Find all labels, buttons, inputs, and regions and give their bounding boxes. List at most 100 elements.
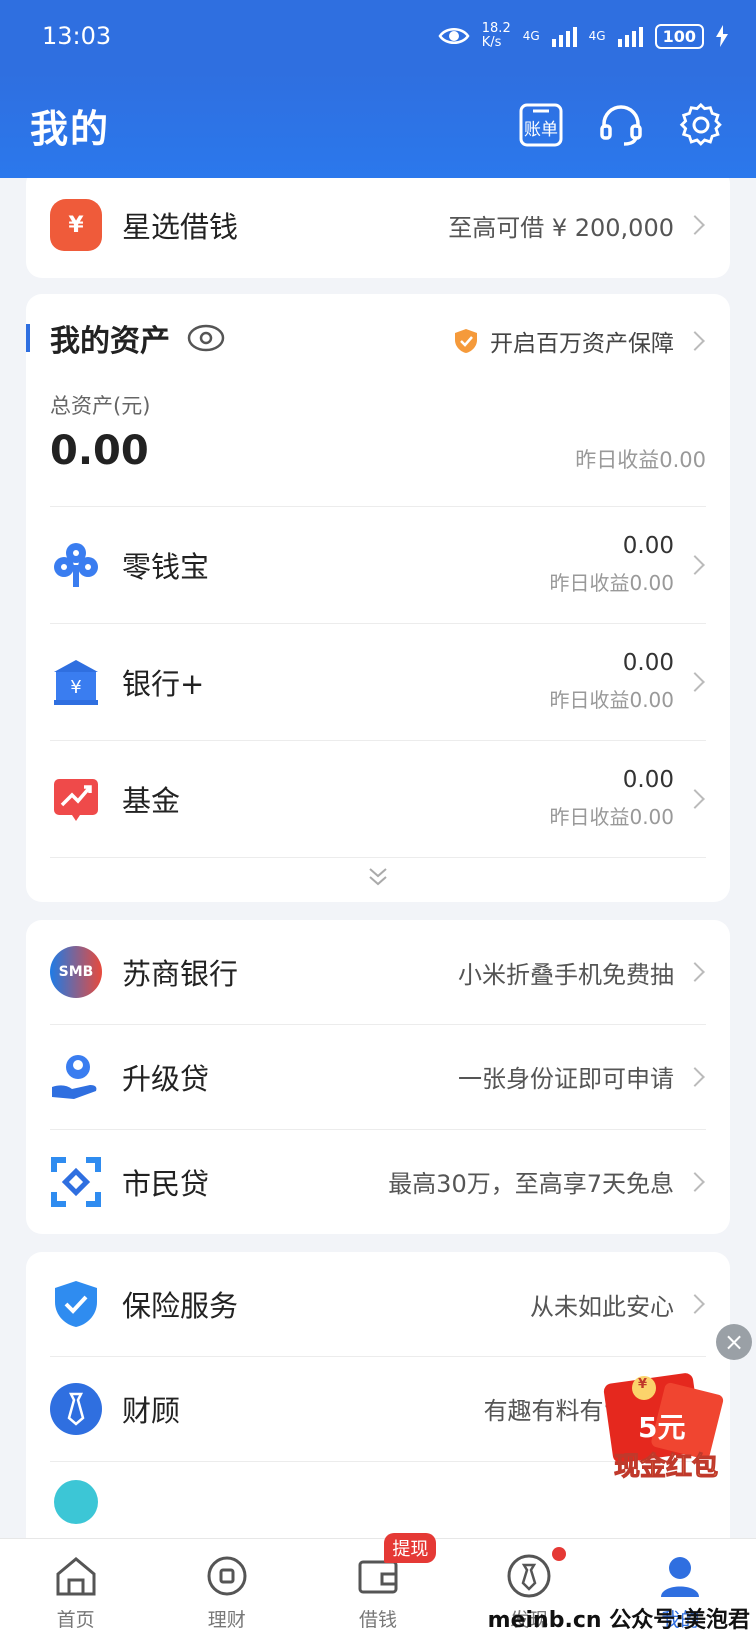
service-row-upgrade-loan[interactable]: 升级贷 一张身份证即可申请 xyxy=(50,1024,706,1129)
bank-icon: ¥ xyxy=(50,656,102,708)
chevron-right-icon xyxy=(685,1066,705,1087)
signal-icon xyxy=(551,25,577,47)
shield-check-icon xyxy=(50,1278,102,1330)
chevron-right-icon xyxy=(685,788,705,809)
asset-protection-text: 开启百万资产保障 xyxy=(490,331,674,357)
red-packet-promo[interactable]: ¥ 5元 现金红包 xyxy=(598,1358,734,1490)
chevron-right-icon xyxy=(685,554,705,575)
asset-label: 基金 xyxy=(122,783,181,818)
service-value: 一张身份证即可申请 xyxy=(458,1065,674,1093)
service-value-wrap: 小米折叠手机免费抽 xyxy=(458,955,706,990)
service-value-wrap: 最高30万，至高享7天免息 xyxy=(388,1164,706,1199)
red-packet-amount: 5元 xyxy=(638,1411,686,1444)
service-label: 升级贷 xyxy=(122,1061,210,1096)
service-value-wrap: 从未如此安心 xyxy=(530,1287,706,1322)
chevron-right-icon xyxy=(685,215,705,235)
red-packet-text: 现金红包 xyxy=(613,1452,718,1483)
watermark: meinb.cn 公众号:美泡君 xyxy=(487,1608,750,1633)
eye-icon[interactable] xyxy=(186,323,226,353)
tab-wealth[interactable]: 理财 xyxy=(151,1539,302,1638)
asset-row-fund[interactable]: 基金 0.00 昨日收益0.00 xyxy=(50,740,706,857)
headset-icon xyxy=(600,105,642,146)
divider xyxy=(50,857,706,858)
service-row-smb[interactable]: SMB 苏商银行 小米折叠手机免费抽 xyxy=(50,920,706,1024)
service-label: 财顾 xyxy=(122,1393,181,1428)
status-time: 13:03 xyxy=(42,22,112,50)
loan-label: 星选借钱 xyxy=(122,210,239,244)
service-value: 小米折叠手机免费抽 xyxy=(458,960,674,989)
partial-item-icon xyxy=(54,1480,98,1524)
tab-label: 借钱 xyxy=(359,1609,398,1631)
net-speed: 18.2 xyxy=(481,21,511,36)
asset-value: 0.00 xyxy=(622,650,674,676)
service-value: 有趣有料有“ xyxy=(483,1397,616,1425)
customer-service-button[interactable] xyxy=(596,100,646,150)
close-icon[interactable]: × xyxy=(716,1324,752,1360)
charging-icon xyxy=(716,25,728,47)
tab-home[interactable]: 首页 xyxy=(0,1539,151,1638)
asset-row-bank-plus[interactable]: ¥ 银行+ 0.00 昨日收益0.00 xyxy=(50,623,706,740)
wealth-icon xyxy=(204,1553,250,1599)
citizen-loan-icon xyxy=(50,1156,102,1208)
settings-button[interactable] xyxy=(676,100,726,150)
service-value-wrap: 有趣有料有“ xyxy=(484,1391,616,1426)
double-chevron-down-icon xyxy=(369,868,387,886)
eye-icon xyxy=(438,28,470,44)
chevron-right-icon xyxy=(685,1294,705,1314)
service-row-citizen-loan[interactable]: 市民贷 最高30万，至高享7天免息 xyxy=(50,1129,706,1234)
asset-label: 零钱宝 xyxy=(122,549,210,584)
asset-yesterday: 昨日收益0.00 xyxy=(549,571,674,595)
asset-value: 0.00 xyxy=(622,533,674,559)
money-bag-icon: ¥ xyxy=(50,199,102,251)
page-header: 我的 账单 xyxy=(0,72,756,178)
asset-yesterday: 昨日收益0.00 xyxy=(549,688,674,712)
asset-values: 0.00 昨日收益0.00 xyxy=(549,650,706,713)
signal-icon xyxy=(617,25,643,47)
coin-symbol: ¥ xyxy=(638,1377,648,1392)
service-label: 苏商银行 xyxy=(122,957,239,991)
shield-icon xyxy=(455,329,477,353)
network-type-2: 4G xyxy=(588,29,606,43)
hand-user-icon xyxy=(50,1051,102,1103)
service-value: 最高30万，至高享7天免息 xyxy=(388,1170,674,1198)
header-actions: 账单 xyxy=(516,100,726,150)
chevron-right-icon xyxy=(685,962,705,982)
tab-label: 首页 xyxy=(56,1609,95,1631)
total-assets-value: 0.00 xyxy=(50,428,149,474)
page-title: 我的 xyxy=(30,106,111,151)
chevron-right-icon xyxy=(685,1171,705,1192)
status-bar: 13:03 18.2 K/s 4G 4G 100 xyxy=(0,0,756,72)
service-label: 保险服务 xyxy=(122,1289,239,1323)
expand-button[interactable] xyxy=(26,864,730,890)
bill-label: 账单 xyxy=(524,119,558,140)
total-assets-label: 总资产(元) xyxy=(50,394,151,418)
service-value: 从未如此安心 xyxy=(530,1292,674,1321)
service-row-insurance[interactable]: 保险服务 从未如此安心 xyxy=(50,1252,706,1356)
asset-values: 0.00 昨日收益0.00 xyxy=(549,767,706,830)
asset-row-lingqianbao[interactable]: 零钱宝 0.00 昨日收益0.00 xyxy=(50,506,706,623)
clover-icon xyxy=(50,539,102,591)
home-icon xyxy=(53,1553,99,1599)
chevron-right-icon xyxy=(685,331,705,351)
smb-logo-icon: SMB xyxy=(50,946,102,998)
svg-text:¥: ¥ xyxy=(70,677,81,698)
asset-yesterday: 昨日收益0.00 xyxy=(549,805,674,829)
loan-card[interactable]: ¥ 星选借钱 至高可借 ¥ 200,000 xyxy=(26,178,730,278)
total-yesterday-earnings: 昨日收益0.00 xyxy=(575,448,706,472)
gear-icon xyxy=(679,102,722,146)
discover-icon xyxy=(506,1553,552,1599)
asset-values: 0.00 昨日收益0.00 xyxy=(549,533,706,596)
loan-row[interactable]: ¥ 星选借钱 至高可借 ¥ 200,000 xyxy=(50,192,706,258)
asset-value: 0.00 xyxy=(622,767,674,793)
tab-borrow[interactable]: 借钱 提现 xyxy=(302,1533,453,1638)
asset-label: 银行+ xyxy=(122,666,205,701)
service-label: 市民贷 xyxy=(122,1166,210,1201)
notification-dot xyxy=(551,1547,566,1561)
loan-value-wrap: 至高可借 ¥ 200,000 xyxy=(448,208,706,243)
net-speed-unit: K/s xyxy=(481,35,502,50)
battery-indicator: 100 xyxy=(654,23,704,49)
asset-protection-link[interactable]: 开启百万资产保障 xyxy=(454,324,706,358)
page-content[interactable]: ¥ 星选借钱 至高可借 ¥ 200,000 我的资产 开启百万资产保障 总资产(… xyxy=(0,178,756,1538)
bill-button[interactable]: 账单 xyxy=(516,100,566,150)
service-value-wrap: 一张身份证即可申请 xyxy=(458,1059,706,1094)
